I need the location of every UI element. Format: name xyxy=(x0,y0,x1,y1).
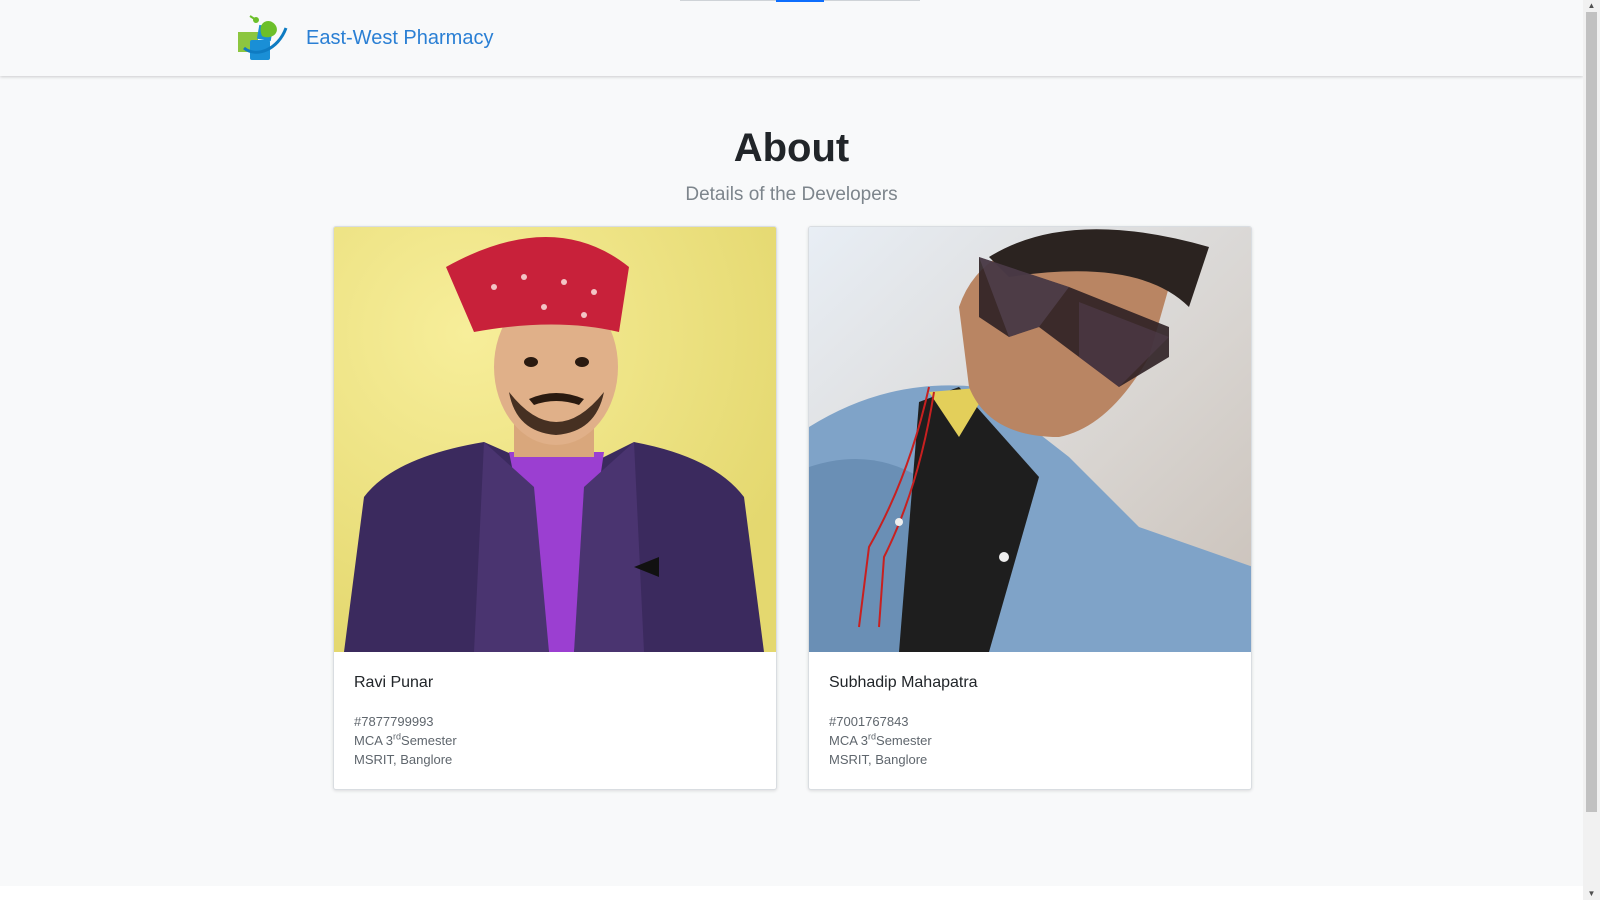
developer-name: Ravi Punar xyxy=(354,674,434,691)
vertical-scrollbar[interactable]: ▲ ▼ xyxy=(1583,0,1600,900)
developer-phone: #7877799993 xyxy=(354,714,434,729)
chevron-up-icon[interactable]: ▲ xyxy=(1583,0,1600,12)
brand-name: East-West Pharmacy xyxy=(306,26,494,49)
chevron-down-icon[interactable]: ▼ xyxy=(1583,888,1600,900)
brand-link[interactable]: East-West Pharmacy xyxy=(236,12,493,64)
top-navbar: East-West Pharmacy xyxy=(0,0,1583,76)
developer-card: Subhadip Mahapatra #7001767843 MCA 3rdSe… xyxy=(808,226,1252,790)
course-suffix: Semester xyxy=(876,733,932,748)
course-ordinal: rd xyxy=(393,731,402,742)
developer-college: MSRIT, Banglore xyxy=(354,752,453,767)
developer-card: Ravi Punar #7877799993 MCA 3rdSemester M… xyxy=(333,226,777,790)
scrollbar-thumb[interactable] xyxy=(1586,12,1597,812)
developer-course: MCA 3rdSemester xyxy=(829,731,1231,750)
nav-tab-indicator xyxy=(824,0,920,1)
nav-tab-indicator-active xyxy=(776,0,824,2)
course-prefix: MCA 3 xyxy=(829,733,869,748)
page-subtitle: Details of the Developers xyxy=(685,184,898,205)
developer-phone: #7001767843 xyxy=(829,714,909,729)
developer-photo xyxy=(809,227,1251,652)
developer-name: Subhadip Mahapatra xyxy=(829,674,978,691)
page-title: About xyxy=(733,126,850,170)
developer-course: MCA 3rdSemester xyxy=(354,731,756,750)
developer-photo xyxy=(334,227,776,652)
course-prefix: MCA 3 xyxy=(354,733,394,748)
course-ordinal: rd xyxy=(868,731,877,742)
page-footer xyxy=(0,886,1583,900)
developer-college: MSRIT, Banglore xyxy=(829,752,928,767)
course-suffix: Semester xyxy=(401,733,457,748)
pharmacy-logo-icon xyxy=(238,15,288,60)
nav-tab-indicator xyxy=(680,0,776,1)
